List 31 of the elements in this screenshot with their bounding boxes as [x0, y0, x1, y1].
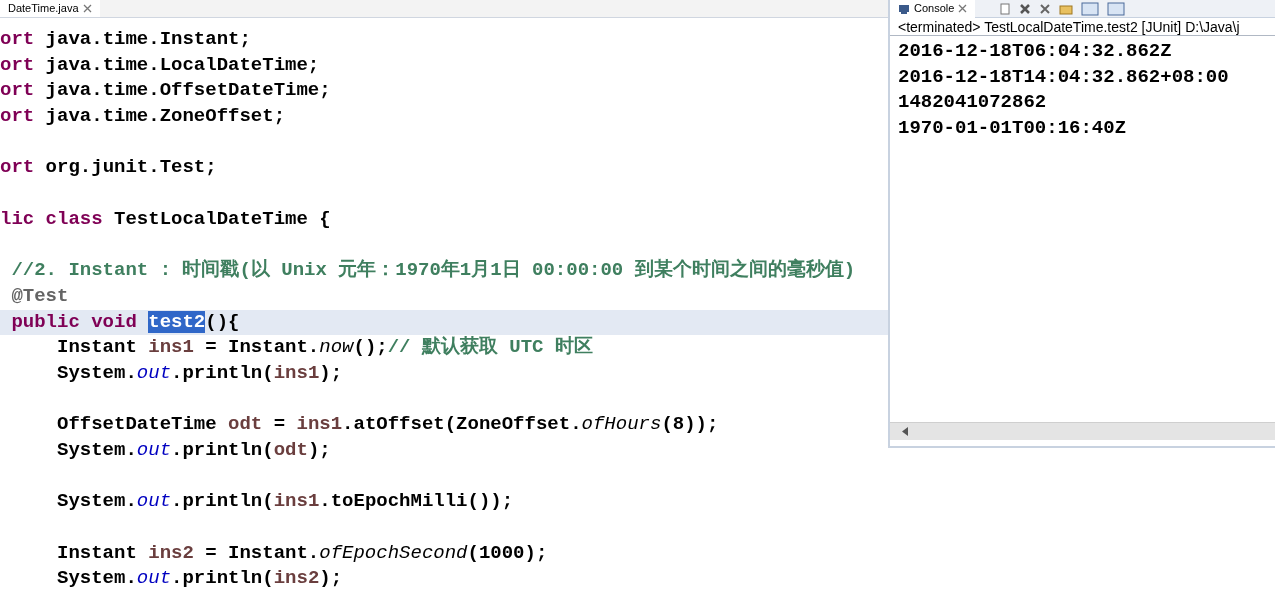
code-line: System.out.println(ins2); — [56, 566, 344, 592]
console-icon — [898, 3, 910, 14]
horizontal-scrollbar[interactable] — [890, 422, 1275, 440]
lock-icon[interactable] — [1059, 2, 1074, 15]
close-icon[interactable] — [958, 4, 968, 13]
code-line: @Test — [10, 283, 70, 309]
code-line: lic class TestLocalDateTime { — [0, 206, 332, 232]
code-line: System.out.println(odt); — [56, 438, 332, 463]
close-icon[interactable] — [82, 3, 92, 13]
remove-icon[interactable] — [1019, 2, 1032, 15]
scroll-left-icon[interactable] — [902, 427, 908, 436]
code-line: System.out.println(ins1.toEpochMilli()); — [56, 489, 515, 515]
code-line: ort org.junit.Test; — [0, 155, 218, 181]
code-line: ort java.time.Instant; — [0, 27, 252, 52]
code-line: ort java.time.ZoneOffset; — [0, 104, 287, 130]
console-output-line: 1970-01-01T00:16:40Z — [898, 116, 1128, 142]
console-output-line: 2016-12-18T14:04:32.862+08:00 — [898, 64, 1230, 90]
console-output-line: 1482041072862 — [898, 90, 1048, 116]
remove-all-icon[interactable] — [1039, 2, 1052, 15]
code-line: //2. Instant : 时间戳(以 Unix 元年：1970年1月1日 00:00:00 到某个时间之间的毫秒值) — [10, 258, 857, 284]
console-tab[interactable]: Console — [890, 0, 976, 18]
console-header: <terminated> TestLocalDateTime.test2 [JUnit] D:\Java\j — [890, 18, 1275, 36]
editor-tab[interactable]: DateTime.java — [0, 0, 100, 17]
code-line: Instant ins2 = Instant.ofEpochSecond(1000); — [56, 540, 549, 566]
code-line: System.out.println(ins1); — [56, 360, 344, 386]
console-output-line: 2016-12-18T06:04:32.862Z — [898, 39, 1173, 64]
code-line: Instant ins1 = Instant.now();// 默认获取 UTC 时区 — [56, 335, 594, 361]
code-line: OffsetDateTime odt = ins1.atOffset(ZoneOffset.ofHours(8)); — [56, 412, 720, 438]
code-line: ort java.time.OffsetDateTime; — [0, 78, 332, 104]
document-icon[interactable] — [999, 2, 1012, 15]
code-line: ort java.time.LocalDateTime; — [0, 52, 321, 78]
